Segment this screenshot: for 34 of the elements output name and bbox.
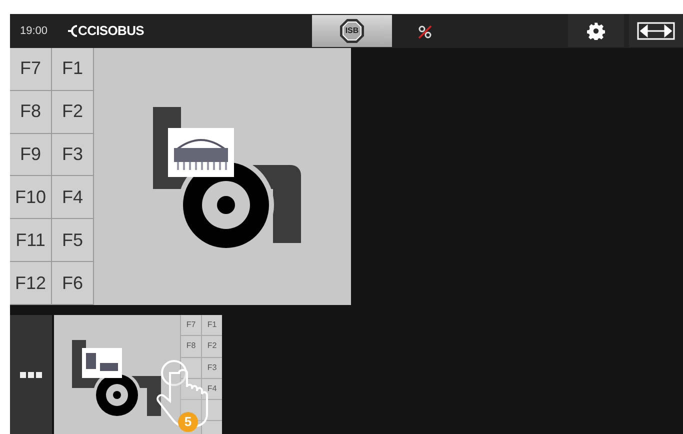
- logo-text: CCISOBUS: [78, 22, 144, 40]
- function-key[interactable]: F10: [10, 176, 52, 220]
- function-key[interactable]: [180, 378, 201, 400]
- isb-button[interactable]: ISB: [312, 15, 392, 47]
- logo-mark-icon: [68, 25, 78, 37]
- three-squares-icon: [20, 372, 42, 378]
- function-key[interactable]: F12: [10, 262, 52, 305]
- seed-drill-icon: [168, 128, 234, 176]
- settings-icon: [587, 22, 605, 40]
- step-number-badge: 5: [178, 412, 198, 432]
- function-key[interactable]: F6: [52, 262, 94, 305]
- octagon-icon: [339, 18, 365, 44]
- function-key[interactable]: F7: [180, 315, 201, 336]
- function-key[interactable]: F3: [201, 358, 222, 379]
- function-key[interactable]: F2: [201, 336, 222, 358]
- function-key[interactable]: F8: [10, 90, 52, 134]
- mini-panel[interactable]: F7 F8 F1 F2 F3 F4 5: [54, 315, 222, 434]
- function-key[interactable]: F1: [52, 48, 94, 91]
- function-key[interactable]: F8: [180, 336, 201, 358]
- swap-screen-button[interactable]: [629, 14, 683, 47]
- function-key[interactable]: [201, 400, 222, 422]
- function-key[interactable]: F3: [52, 134, 94, 176]
- function-key[interactable]: F9: [10, 134, 52, 176]
- function-key[interactable]: F4: [52, 176, 94, 220]
- function-key[interactable]: F11: [10, 219, 52, 262]
- clock-time: 19:00: [20, 24, 49, 39]
- function-key[interactable]: F7: [10, 48, 52, 91]
- function-key[interactable]: F1: [201, 315, 222, 336]
- settings-button[interactable]: [568, 14, 624, 47]
- function-key[interactable]: F2: [52, 90, 94, 134]
- more-button[interactable]: [10, 315, 52, 434]
- function-key[interactable]: F4: [201, 378, 222, 400]
- swap-arrows-icon: [637, 22, 675, 40]
- function-key[interactable]: F5: [52, 219, 94, 262]
